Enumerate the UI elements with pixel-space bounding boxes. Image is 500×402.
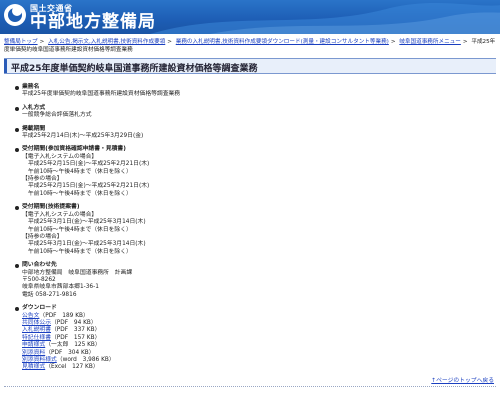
section-text: 平成25年3月1日(金)〜平成25年3月14日(木) [28,241,146,248]
section-text: 中部地方整備局 岐阜国道事務所 計画課 [22,269,133,276]
section-heading: 業務名 [22,84,40,90]
file-info: （PDF 94 KB） [51,319,97,326]
bullet-icon [15,264,19,269]
section-heading: 掲載期間 [22,125,46,132]
bullet-icon [15,86,19,90]
section-project-name: 業務名 平成25年度単価契約岐阜国道事務所建設資材価格等調査業務 [14,84,484,99]
section-text: 午前10時〜午後4時まで（休日を除く） [28,190,132,197]
download-link[interactable]: 申請様式 [22,342,45,348]
section-text: 平成25年2月14日(木)〜平成25年3月29日(金) [22,133,144,140]
download-link[interactable]: 公告文 [22,313,39,319]
bureau-name[interactable]: 中部地方整備局 [30,12,156,32]
download-item: 公告文（PDF 189 KB） [22,313,484,320]
bullet-icon [15,106,19,111]
section-bid-method: 入札方式 一般競争総合評価落札方式 [14,105,484,120]
file-info: （Excel 127 KB） [45,364,99,371]
section-text: 平成25年2月15日(金)〜平成25年2月21日(木) [28,183,150,190]
file-info: （PDF 304 KB） [45,349,95,356]
section-text: 【電子入札システムの場合】 [22,211,98,218]
main-content: 業務名 平成25年度単価契約岐阜国道事務所建設資材価格等調査業務 入札方式 一般… [14,84,484,378]
download-link[interactable]: 見積様式 [22,364,45,370]
page-top-link-wrap: ↑ページのトップへ戻る [431,375,494,384]
file-info: （PDF 337 KB） [51,327,101,334]
download-link[interactable]: 別添資料様式 [22,357,57,363]
section-text: 岐阜県岐阜市茜部本郷1-36-1 [22,284,99,291]
section-acceptance-application: 受付期間(参加資格確認申請書・見積書) 【電子入札システムの場合】 平成25年2… [14,146,484,198]
header-decoration [150,2,500,34]
page-top-link[interactable]: ↑ページのトップへ戻る [431,378,494,384]
section-text: 平成25年2月15日(金)〜平成25年2月21日(木) [28,161,150,168]
download-link[interactable]: 特記仕様書 [22,335,51,341]
section-text: 一般競争総合評価落札方式 [22,112,92,119]
section-contact: 問い合わせ先 中部地方整備局 岐阜国道事務所 計画課 〒500-8262 岐阜県… [14,262,484,299]
bullet-icon [15,148,19,153]
section-heading: 問い合わせ先 [22,262,57,269]
section-text: 午前10時〜午後4時まで（休日を除く） [28,226,132,233]
section-text: 午前10時〜午後4時まで（休日を除く） [28,248,132,255]
section-text: 電話 058-271-9816 [22,291,77,298]
section-text: 平成25年度単価契約岐阜国道事務所建設資材価格等調査業務 [22,91,181,98]
download-link[interactable]: 別添資料 [22,350,45,356]
section-text: 午前10時〜午後4時まで（休日を除く） [28,168,132,175]
download-link[interactable]: 共同体公示 [22,320,51,326]
section-heading: 入札方式 [22,104,46,111]
breadcrumb-top[interactable]: 整備局トップ [4,39,38,45]
breadcrumb-gifu-office-menu[interactable]: 岐阜国道事務所メニュー [399,39,461,45]
section-heading: 受付期間(技術提案書) [22,204,80,211]
page-title-box: 平成25年度単価契約岐阜国道事務所建設資材価格等調査業務 [4,58,496,74]
bullet-icon [15,206,19,211]
file-info: （一太郎 125 KB） [45,342,101,349]
file-info: （word 3,986 KB） [56,357,115,363]
section-heading: 受付期間(参加資格確認申請書・見積書) [22,146,126,153]
breadcrumb-consultant-downloads[interactable]: 業務の入札説明書,技術資料作成要領ダウンロード(測量・建設コンサルタント等業務) [176,39,389,45]
site-header: 国土交通省 中部地方整備局 [0,0,500,34]
footer-divider [4,386,496,387]
bullet-icon [15,127,19,132]
download-item: 入札説明書（PDF 337 KB） [22,327,484,334]
page-title: 平成25年度単価契約岐阜国道事務所建設資材価格等調査業務 [11,64,258,74]
breadcrumb-bid-notices[interactable]: 入札公告,掲示文,入札説明書,技術資料作成要領 [48,39,165,45]
file-info: （PDF 189 KB） [39,312,89,319]
download-item: 申請様式（一太郎 125 KB） [22,342,484,349]
download-item: 別添資料（PDF 304 KB） [22,350,484,357]
section-posting-period: 掲載期間 平成25年2月14日(木)〜平成25年3月29日(金) [14,126,484,141]
section-download: ダウンロード 公告文（PDF 189 KB） 共同体公示（PDF 94 KB） … [14,305,484,372]
breadcrumb: 整備局トップ > 入札公告,掲示文,入札説明書,技術資料作成要領 > 業務の入札説明… [4,39,496,53]
download-item: 見積様式（Excel 127 KB） [22,364,484,371]
download-link[interactable]: 入札説明書 [22,327,51,333]
section-acceptance-proposal: 受付期間(技術提案書) 【電子入札システムの場合】 平成25年3月1日(金)〜平… [14,204,484,256]
section-heading: ダウンロード [22,305,57,312]
file-info: （PDF 157 KB） [51,334,101,341]
section-text: 平成25年3月1日(金)〜平成25年3月14日(木) [28,219,146,226]
ministry-logo-icon[interactable] [4,4,26,26]
bullet-icon [15,307,19,312]
